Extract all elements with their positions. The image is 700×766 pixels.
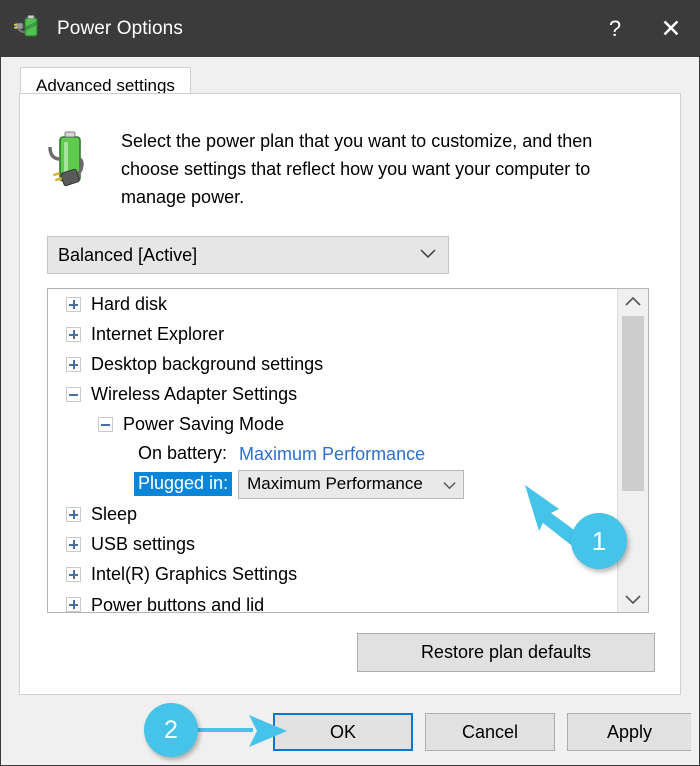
- tree-rows-container: Hard disk Internet Explorer Desktop backgr…: [48, 289, 618, 612]
- tree-node-label: Desktop background settings: [91, 353, 324, 374]
- tree-row[interactable]: Internet Explorer: [48, 319, 618, 349]
- tree-row[interactable]: On battery: Maximum Performance: [48, 439, 618, 469]
- scrollbar-thumb[interactable]: [622, 316, 644, 491]
- power-options-window: Power Options ? ✕ Advanced settings Sele…: [0, 0, 700, 766]
- collapse-icon[interactable]: [66, 386, 81, 402]
- scroll-down-icon[interactable]: [618, 586, 648, 612]
- apply-button[interactable]: Apply: [567, 713, 691, 751]
- chevron-down-icon: [408, 246, 448, 264]
- tree-node-label: Hard disk: [91, 293, 168, 314]
- title-bar: Power Options ? ✕: [1, 1, 699, 57]
- collapse-icon[interactable]: [98, 416, 113, 432]
- expand-icon[interactable]: [66, 596, 81, 612]
- cancel-button[interactable]: Cancel: [425, 713, 555, 751]
- ok-button-label: OK: [329, 721, 356, 742]
- tree-node-label: Power buttons and lid: [91, 594, 265, 613]
- apply-button-label: Apply: [606, 721, 653, 742]
- power-plan-value: Balanced [Active]: [58, 244, 198, 265]
- cancel-button-label: Cancel: [461, 721, 519, 742]
- expand-icon[interactable]: [66, 356, 81, 372]
- expand-icon[interactable]: [66, 536, 81, 552]
- setting-label: On battery:: [138, 443, 228, 463]
- power-plan-select[interactable]: Balanced [Active]: [47, 236, 449, 274]
- power-plug-battery-icon: [13, 14, 43, 44]
- chevron-down-icon: [435, 477, 463, 492]
- tree-node-label: Intel(R) Graphics Settings: [91, 563, 298, 584]
- setting-label-selected: Plugged in:: [134, 472, 233, 496]
- tree-row[interactable]: Wireless Adapter Settings: [48, 379, 618, 409]
- tree-node-label: Power Saving Mode: [123, 413, 285, 434]
- instruction-text: Select the power plan that you want to c…: [121, 131, 593, 207]
- window-title: Power Options: [57, 18, 183, 39]
- tree-node-label: Wireless Adapter Settings: [91, 383, 298, 404]
- scroll-up-icon[interactable]: [618, 289, 648, 315]
- annotation-marker-2: 2: [144, 703, 198, 757]
- expand-icon[interactable]: [66, 566, 81, 582]
- advanced-settings-tree[interactable]: Hard disk Internet Explorer Desktop backgr…: [47, 288, 649, 613]
- tree-node-label: Sleep: [91, 503, 138, 524]
- close-icon[interactable]: ✕: [643, 1, 699, 57]
- expand-icon[interactable]: [66, 326, 81, 342]
- expand-icon[interactable]: [66, 296, 81, 312]
- tree-row[interactable]: Intel(R) Graphics Settings: [48, 559, 618, 589]
- expand-icon[interactable]: [66, 506, 81, 522]
- tree-scrollbar[interactable]: [617, 289, 648, 612]
- tree-row[interactable]: Desktop background settings: [48, 349, 618, 379]
- tree-row[interactable]: Power Saving Mode: [48, 409, 618, 439]
- ok-button[interactable]: OK: [273, 713, 413, 751]
- tree-row[interactable]: Hard disk: [48, 289, 618, 319]
- plugged-in-value: Maximum Performance: [247, 474, 423, 493]
- annotation-marker-1-number: 1: [591, 525, 607, 556]
- tree-row[interactable]: Power buttons and lid: [48, 589, 618, 612]
- annotation-marker-2-number: 2: [164, 715, 178, 744]
- plugged-in-dropdown[interactable]: Maximum Performance: [238, 469, 465, 499]
- tree-node-label: Internet Explorer: [91, 323, 225, 344]
- battery-plug-icon: [44, 129, 92, 193]
- annotation-arrow-2: [191, 715, 287, 747]
- help-button[interactable]: ?: [587, 1, 643, 57]
- setting-value-link[interactable]: Maximum Performance: [239, 444, 425, 465]
- annotation-marker-1: 1: [571, 513, 627, 569]
- restore-button-label: Restore plan defaults: [420, 642, 592, 662]
- restore-plan-defaults-button[interactable]: Restore plan defaults: [357, 633, 655, 672]
- tree-node-label: USB settings: [91, 533, 196, 554]
- screen-root: Power Options ? ✕ Advanced settings Sele…: [0, 0, 700, 766]
